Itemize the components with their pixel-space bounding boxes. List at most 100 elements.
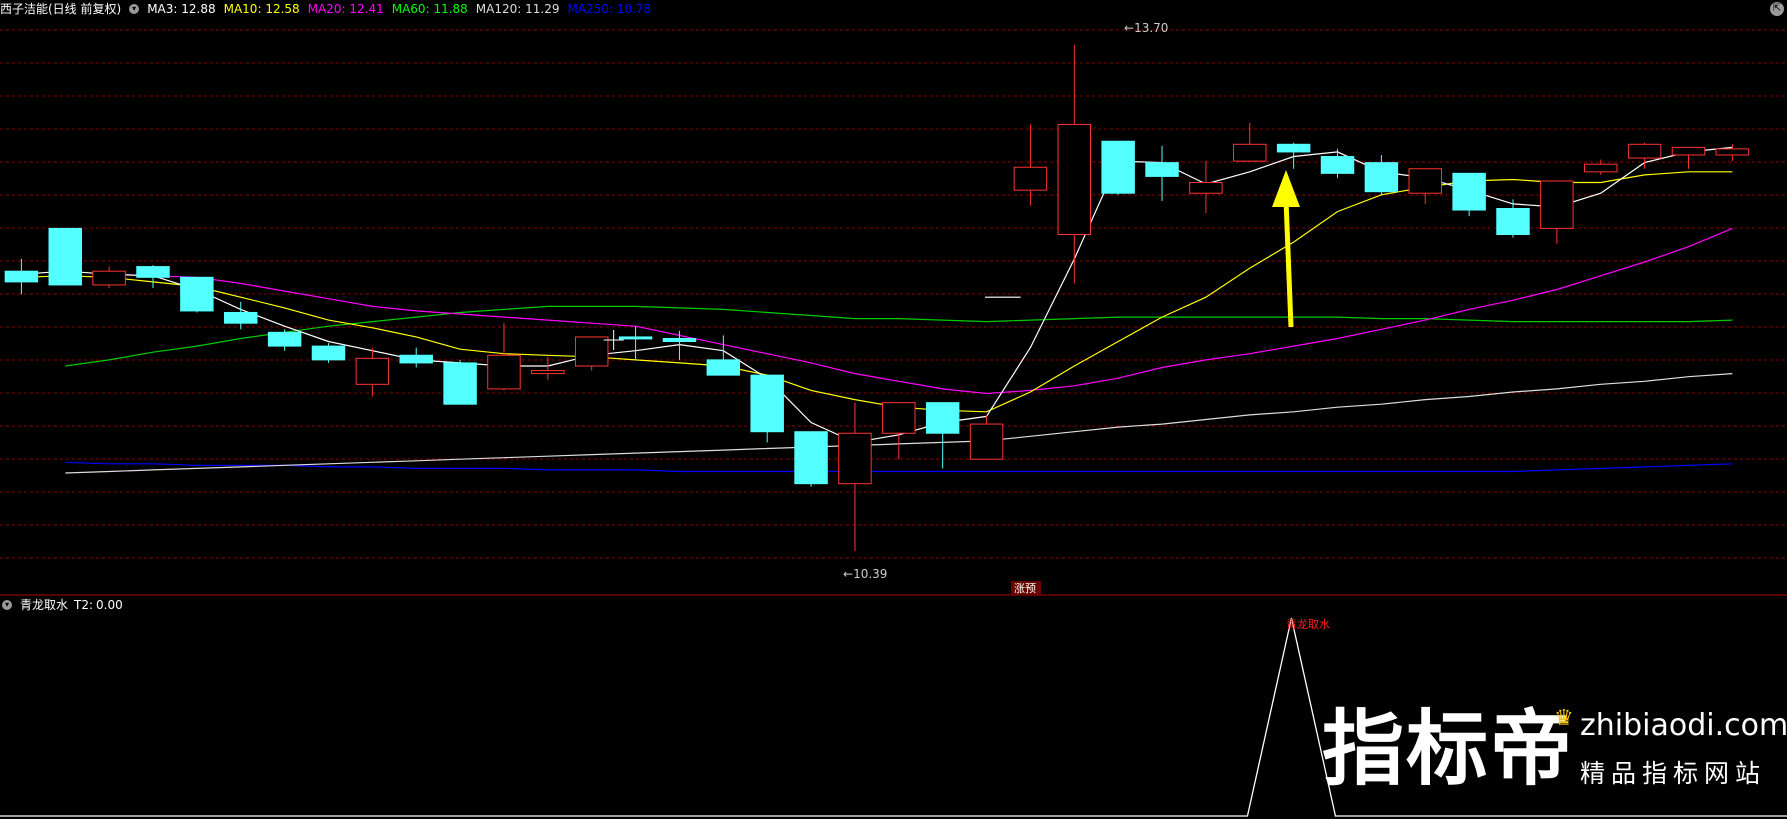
- candle-body: [1540, 180, 1574, 229]
- candle[interactable]: [1189, 161, 1223, 214]
- candle-body: [355, 357, 390, 385]
- candle[interactable]: [794, 431, 828, 487]
- candle-body: [1145, 162, 1179, 177]
- candle[interactable]: [750, 374, 784, 443]
- candle-body: [1276, 143, 1311, 153]
- candle-body: [136, 266, 170, 278]
- candle-body: [224, 311, 258, 324]
- candle[interactable]: [838, 402, 872, 551]
- candle-body: [706, 359, 741, 376]
- candle[interactable]: [882, 402, 916, 460]
- ma-legend-label: MA20:: [307, 2, 350, 16]
- candle-body: [1671, 146, 1706, 156]
- t2-label: T2:: [74, 598, 94, 612]
- stock-chart[interactable]: ←13.70 ←10.39 涨预 青龙取水: [0, 0, 1787, 819]
- indicator-name[interactable]: 青龙取水: [20, 598, 68, 612]
- watermark-tagline: 精品指标网站: [1580, 759, 1767, 788]
- candle-body: [1584, 163, 1618, 173]
- candle[interactable]: [1408, 168, 1442, 204]
- candle[interactable]: [1057, 44, 1092, 284]
- candle-body: [750, 374, 784, 433]
- candle-body: [1452, 172, 1486, 211]
- candle[interactable]: [969, 414, 1004, 460]
- candle[interactable]: [1452, 172, 1486, 217]
- candle[interactable]: [662, 330, 697, 360]
- ma-legend-value: 10.78: [616, 2, 652, 16]
- watermark: 指标帝 ♛ zhibiaodi.com 精品指标网站: [1322, 700, 1787, 810]
- candle-body: [1057, 123, 1092, 235]
- stock-title[interactable]: 西子洁能(日线 前复权): [0, 2, 121, 16]
- candle[interactable]: [1627, 142, 1662, 169]
- candle[interactable]: [1584, 159, 1618, 175]
- candle[interactable]: [1540, 180, 1574, 244]
- ma-legend-item: MA20: 12.41: [308, 2, 384, 16]
- candle[interactable]: [1101, 140, 1135, 195]
- candle-body: [1320, 156, 1355, 174]
- candle-body: [662, 337, 697, 343]
- chart-annotations: [603, 296, 1021, 350]
- candle-body: [48, 227, 82, 286]
- ma20-line: [109, 227, 1733, 395]
- candle[interactable]: [1145, 145, 1179, 201]
- candle-body: [882, 402, 916, 434]
- ma-legend-value: 12.41: [349, 2, 384, 16]
- ma-legend-item: MA60: 11.88: [392, 2, 468, 16]
- candle[interactable]: [1715, 144, 1750, 162]
- high-price-label: ←13.70: [1124, 21, 1168, 35]
- candle[interactable]: [487, 323, 521, 391]
- candle-body: [399, 354, 433, 364]
- candle[interactable]: [443, 359, 477, 405]
- ma-legend-item: MA120: 11.29: [476, 2, 560, 16]
- candle[interactable]: [574, 336, 609, 371]
- indicator-header: ▾ 青龙取水 T2: 0.00: [0, 596, 131, 614]
- ma-legend-value: 11.88: [433, 2, 468, 16]
- restore-icon[interactable]: ⇱: [1770, 2, 1784, 16]
- candle-body: [311, 345, 346, 361]
- candle-body: [618, 336, 653, 340]
- candle-body: [531, 370, 565, 375]
- candle[interactable]: [706, 335, 741, 376]
- candle-body: [969, 423, 1004, 460]
- collapse-toggle-icon[interactable]: ▾: [2, 599, 12, 610]
- candle[interactable]: [618, 326, 653, 360]
- ma-legend-label: MA3:: [147, 2, 182, 16]
- candle[interactable]: [1364, 155, 1399, 195]
- candle-body: [92, 270, 126, 286]
- candlestick-series[interactable]: [4, 44, 1750, 551]
- watermark-url: zhibiaodi.com: [1580, 708, 1787, 743]
- candle[interactable]: [224, 301, 258, 330]
- forecast-badge: 涨预: [1014, 582, 1036, 595]
- candle-body: [1715, 148, 1750, 156]
- crown-icon: ♛: [1554, 706, 1574, 731]
- collapse-toggle-icon[interactable]: ▾: [129, 3, 140, 14]
- candle[interactable]: [48, 227, 82, 286]
- candle[interactable]: [267, 329, 302, 351]
- candle[interactable]: [136, 265, 170, 289]
- candle-body: [443, 362, 477, 405]
- candle[interactable]: [311, 343, 346, 363]
- candle-body: [1364, 162, 1399, 193]
- candle[interactable]: [92, 266, 126, 289]
- watermark-brand: 指标帝: [1322, 702, 1575, 797]
- ma-legend-item: MA250: 10.78: [567, 2, 651, 16]
- candle-body: [267, 331, 302, 347]
- candle-body: [1101, 140, 1135, 194]
- t2-value: 0.00: [96, 598, 123, 612]
- price-grid: [0, 29, 1787, 559]
- candle[interactable]: [180, 276, 214, 313]
- candle-body: [1496, 208, 1530, 235]
- candle[interactable]: [1671, 146, 1706, 169]
- candle-body: [487, 354, 521, 390]
- candle-body: [1408, 168, 1442, 194]
- candle-body: [574, 336, 609, 367]
- signal-label: 青龙取水: [1286, 618, 1330, 631]
- candle[interactable]: [4, 258, 39, 295]
- main-chart-header: 西子洁能(日线 前复权) ▾ MA3: 12.88 MA10: 12.58 MA20: …: [0, 0, 667, 18]
- candle-body: [180, 276, 214, 312]
- candle[interactable]: [399, 347, 433, 368]
- candle-body: [1189, 182, 1223, 194]
- candle[interactable]: [355, 347, 390, 397]
- candle-body: [925, 402, 960, 434]
- candle[interactable]: [1013, 124, 1048, 206]
- candle-body: [1233, 143, 1267, 162]
